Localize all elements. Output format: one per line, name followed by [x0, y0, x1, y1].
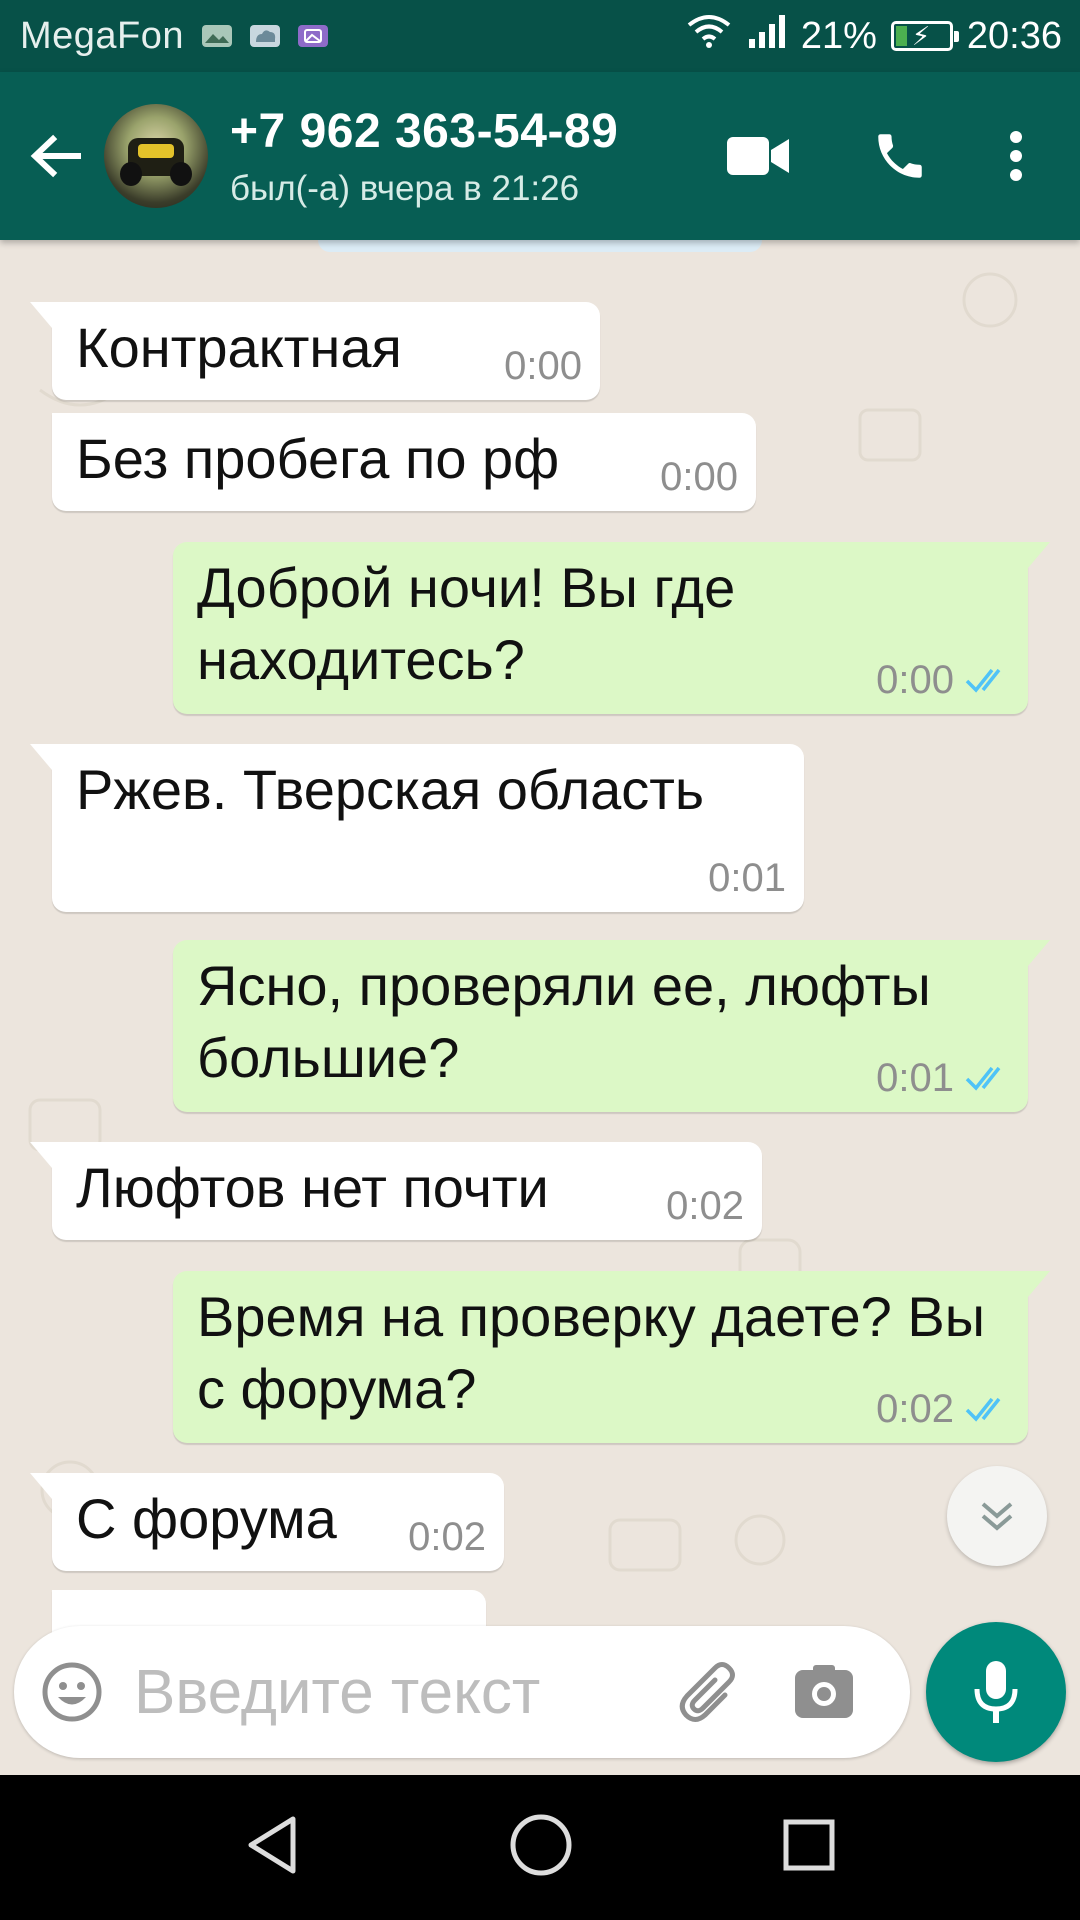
voice-record-button[interactable]	[926, 1622, 1066, 1762]
message-time: 0:01	[876, 1056, 954, 1100]
previous-message-edge	[318, 240, 762, 252]
contact-name: +7 962 363-54-89	[230, 104, 619, 158]
emoji-button[interactable]	[38, 1658, 106, 1726]
scroll-down-icon	[981, 1502, 1013, 1531]
avatar-wheel	[170, 162, 192, 186]
message-incoming[interactable]: С форума 0:02	[30, 1473, 504, 1571]
nav-recents-button[interactable]	[781, 1817, 837, 1878]
message-outgoing[interactable]: Время на проверку даете? Вы с форума? 0:…	[173, 1271, 1050, 1443]
cloud-icon	[248, 22, 282, 50]
double-check-icon	[965, 668, 1001, 693]
wifi-icon	[685, 12, 733, 60]
message-time: 0:00	[504, 344, 582, 388]
message-time: 0:02	[876, 1387, 954, 1431]
message-text: Ржев. Тверская область	[76, 758, 705, 821]
message-list[interactable]: Контрактная 0:00 Без пробега по рф 0:00 …	[0, 240, 1080, 1775]
message-meta: 0:01	[708, 856, 786, 900]
message-time: 0:02	[408, 1515, 486, 1559]
message-meta: 0:01	[876, 1056, 1010, 1100]
last-seen: был(-а) вчера в 21:26	[230, 168, 580, 208]
double-check-icon	[965, 1397, 1001, 1422]
system-navigation-bar	[0, 1775, 1080, 1920]
message-incoming[interactable]: Контрактная 0:00	[30, 302, 600, 400]
carrier-name: MegaFon	[20, 14, 185, 57]
battery-icon: ⚡	[890, 21, 959, 51]
status-bar: MegaFon 21% ⚡ 20:36	[0, 0, 1080, 72]
message-incoming[interactable]: Люфтов нет почти 0:02	[30, 1142, 762, 1240]
message-time: 0:02	[666, 1184, 744, 1228]
message-meta: 0:00	[504, 344, 582, 388]
message-time: 0:00	[876, 658, 954, 702]
image-icon	[200, 22, 234, 50]
avatar-wheel	[120, 162, 142, 186]
message-text: Доброй ночи! Вы где находитесь?	[197, 556, 736, 691]
battery-percent: 21%	[800, 14, 877, 57]
avatar[interactable]	[104, 104, 208, 208]
message-composer	[14, 1626, 910, 1758]
message-time: 0:00	[660, 455, 738, 499]
camera-icon	[795, 1665, 853, 1718]
nav-back-button[interactable]	[243, 1814, 301, 1881]
phone-icon	[878, 134, 922, 178]
gallery-icon	[296, 22, 330, 50]
message-incoming[interactable]: Ржев. Тверская область 0:01	[30, 744, 804, 912]
status-right: 21% ⚡ 20:36	[685, 12, 1062, 60]
emoji-icon	[42, 1662, 102, 1722]
nav-recents-icon	[783, 1819, 835, 1871]
contact-info[interactable]: +7 962 363-54-89 был(-а) вчера в 21:26	[230, 104, 618, 209]
more-options-button[interactable]	[986, 131, 1046, 181]
nav-back-icon	[248, 1816, 296, 1874]
chat-header: +7 962 363-54-89 был(-а) вчера в 21:26	[0, 72, 1080, 240]
double-check-icon	[965, 1066, 1001, 1091]
more-vert-icon	[1010, 131, 1022, 181]
message-time: 0:01	[708, 856, 786, 900]
clock: 20:36	[966, 14, 1062, 57]
back-arrow-icon	[30, 134, 81, 178]
message-meta: 0:00	[660, 455, 738, 499]
voice-call-button[interactable]	[852, 127, 948, 185]
nav-home-icon	[510, 1814, 572, 1876]
message-text: Без пробега по рф	[76, 427, 560, 490]
message-incoming[interactable]: Без пробега по рф 0:00	[52, 413, 756, 511]
message-meta: 0:00	[876, 658, 1010, 702]
message-outgoing[interactable]: Ясно, проверяли ее, люфты большие? 0:01	[173, 940, 1050, 1112]
battery-fill	[895, 26, 907, 46]
header-actions	[710, 127, 1080, 185]
charging-bolt-icon: ⚡	[911, 21, 931, 51]
back-button[interactable]	[20, 134, 90, 178]
mic-icon	[974, 1661, 1018, 1723]
notification-icons	[200, 22, 330, 50]
message-input[interactable]	[132, 1655, 656, 1729]
message-meta: 0:02	[666, 1184, 744, 1228]
nav-home-button[interactable]	[508, 1812, 574, 1883]
message-text: Люфтов нет почти	[76, 1156, 549, 1219]
message-meta: 0:02	[408, 1515, 486, 1559]
camera-button[interactable]	[790, 1664, 858, 1720]
attach-button[interactable]	[672, 1657, 748, 1727]
video-call-button[interactable]	[710, 135, 806, 177]
message-meta: 0:02	[876, 1387, 1010, 1431]
scroll-down-button[interactable]	[947, 1466, 1047, 1566]
attach-icon	[679, 1662, 735, 1722]
signal-icon	[747, 13, 787, 59]
message-outgoing[interactable]: Доброй ночи! Вы где находитесь? 0:00	[173, 542, 1050, 714]
video-call-icon	[727, 137, 789, 175]
